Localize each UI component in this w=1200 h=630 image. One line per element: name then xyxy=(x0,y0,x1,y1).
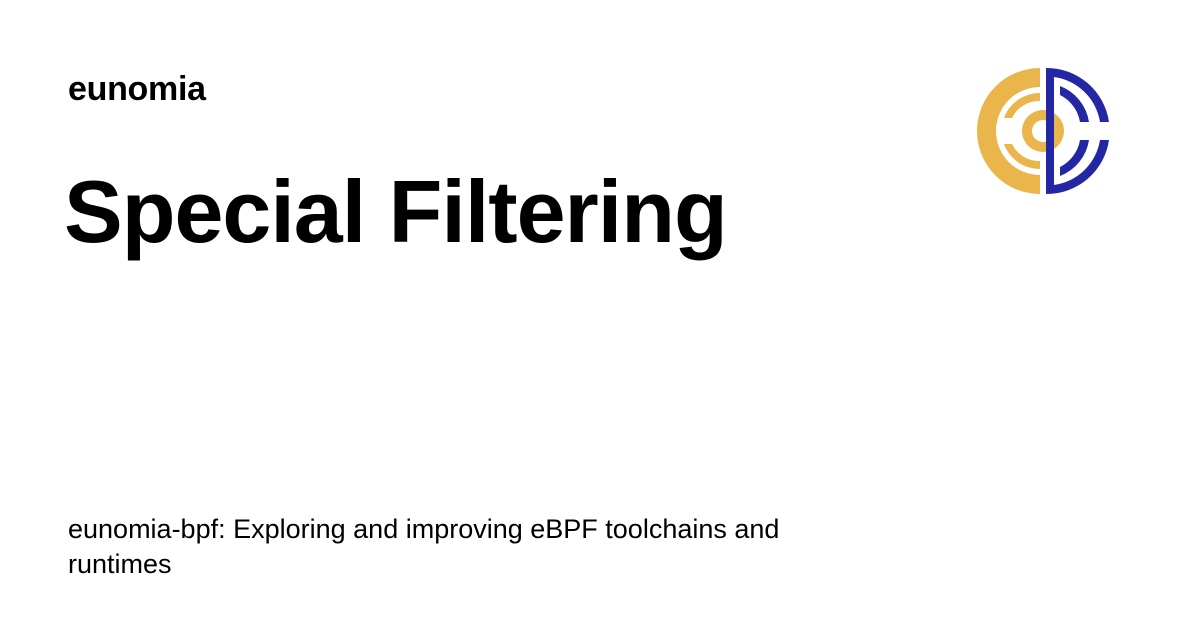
page-description: eunomia-bpf: Exploring and improving eBP… xyxy=(68,514,780,579)
site-name: eunomia xyxy=(68,70,206,108)
logo-gold-center-ring xyxy=(1021,110,1065,152)
page-title: Special Filtering xyxy=(64,162,728,261)
eunomia-logo-icon xyxy=(977,67,1109,195)
